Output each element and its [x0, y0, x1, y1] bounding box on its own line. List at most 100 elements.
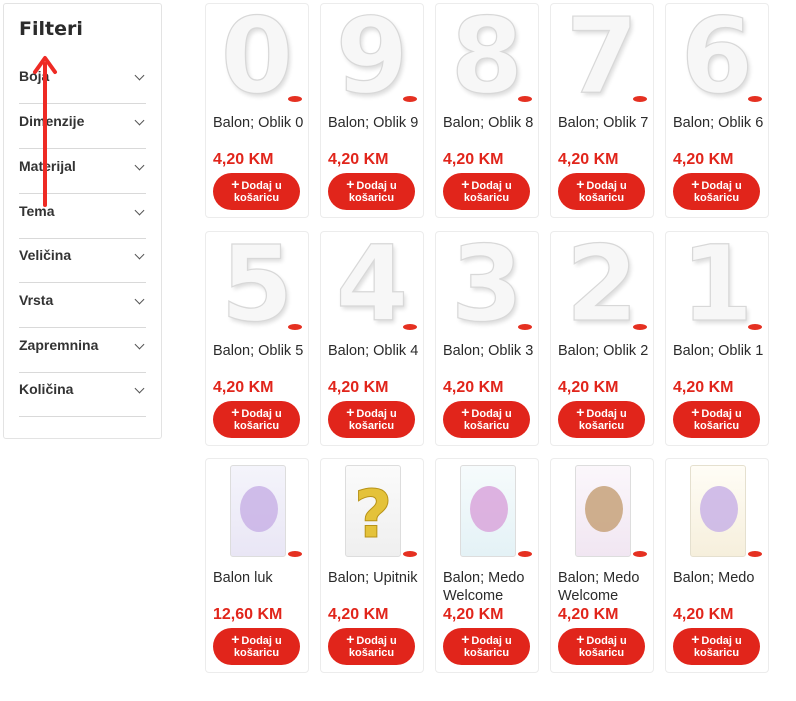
filter-boja[interactable]: Boja: [19, 60, 146, 104]
add-to-cart-label: Dodaj u: [471, 408, 512, 420]
add-to-cart-button[interactable]: + Dodaj u košaricu: [328, 401, 415, 438]
product-package-image: [230, 465, 286, 557]
product-name[interactable]: Balon; Medo: [673, 569, 767, 587]
product-image[interactable]: 5: [208, 234, 306, 334]
product-card[interactable]: 5 Balon; Oblik 5 4,20 KM + Dodaj u košaricu: [205, 231, 309, 446]
product-card[interactable]: 4 Balon; Oblik 4 4,20 KM + Dodaj u košaricu: [320, 231, 424, 446]
product-price: 4,20 KM: [558, 606, 619, 623]
product-card[interactable]: ? Balon; Upitnik 4,20 KM + Dodaj u košaricu: [320, 458, 424, 673]
product-image[interactable]: 8: [438, 6, 536, 106]
product-name[interactable]: Balon; Upitnik: [328, 569, 422, 587]
add-to-cart-label: košaricu: [233, 420, 280, 432]
add-to-cart-label: košaricu: [348, 420, 395, 432]
product-price: 4,20 KM: [328, 151, 389, 168]
brand-logo-icon: [632, 95, 648, 103]
plus-icon: +: [461, 404, 470, 420]
product-card[interactable]: 7 Balon; Oblik 7 4,20 KM + Dodaj u košaricu: [550, 3, 654, 218]
add-to-cart-button[interactable]: + Dodaj u košaricu: [673, 628, 760, 665]
product-image[interactable]: 0: [208, 6, 306, 106]
chevron-down-icon: [134, 160, 145, 171]
filter-velicina[interactable]: Veličina: [19, 239, 146, 283]
add-to-cart-button[interactable]: + Dodaj u košaricu: [558, 628, 645, 665]
add-to-cart-button[interactable]: + Dodaj u košaricu: [443, 401, 530, 438]
brand-logo-icon: [402, 323, 418, 331]
product-name[interactable]: Balon; Oblik 9: [328, 114, 422, 132]
add-to-cart-button[interactable]: + Dodaj u košaricu: [328, 173, 415, 210]
add-to-cart-button[interactable]: + Dodaj u košaricu: [673, 401, 760, 438]
product-image[interactable]: 9: [323, 6, 421, 106]
question-mark-balloon-image: ?: [353, 476, 393, 554]
product-name[interactable]: Balon; Oblik 4: [328, 342, 422, 360]
product-image[interactable]: 4: [323, 234, 421, 334]
product-name[interactable]: Balon; Oblik 3: [443, 342, 537, 360]
product-price: 4,20 KM: [443, 379, 504, 396]
filter-zapremnina[interactable]: Zapremnina: [19, 329, 146, 373]
add-to-cart-label: Dodaj u: [356, 635, 397, 647]
filter-tema[interactable]: Tema: [19, 195, 146, 239]
product-image[interactable]: 7: [553, 6, 651, 106]
product-name[interactable]: Balon; Oblik 0: [213, 114, 307, 132]
add-to-cart-label: košaricu: [693, 420, 740, 432]
product-card[interactable]: 6 Balon; Oblik 6 4,20 KM + Dodaj u košaricu: [665, 3, 769, 218]
balloon-digit-image: 1: [680, 234, 754, 334]
add-to-cart-button[interactable]: + Dodaj u košaricu: [673, 173, 760, 210]
add-to-cart-button[interactable]: + Dodaj u košaricu: [213, 173, 300, 210]
product-name[interactable]: Balon; Medo Welcome: [443, 569, 537, 605]
product-price: 4,20 KM: [213, 379, 274, 396]
chevron-down-icon: [134, 115, 145, 126]
product-price: 4,20 KM: [673, 151, 734, 168]
product-card[interactable]: 3 Balon; Oblik 3 4,20 KM + Dodaj u košaricu: [435, 231, 539, 446]
add-to-cart-label: Dodaj u: [701, 635, 742, 647]
add-to-cart-button[interactable]: + Dodaj u košaricu: [443, 628, 530, 665]
product-name[interactable]: Balon; Oblik 6: [673, 114, 767, 132]
product-price: 4,20 KM: [673, 606, 734, 623]
product-image[interactable]: ?: [323, 461, 421, 561]
product-card[interactable]: 2 Balon; Oblik 2 4,20 KM + Dodaj u košaricu: [550, 231, 654, 446]
add-to-cart-button[interactable]: + Dodaj u košaricu: [443, 173, 530, 210]
product-card[interactable]: 1 Balon; Oblik 1 4,20 KM + Dodaj u košaricu: [665, 231, 769, 446]
add-to-cart-button[interactable]: + Dodaj u košaricu: [558, 401, 645, 438]
product-image[interactable]: [668, 461, 766, 561]
product-card[interactable]: 8 Balon; Oblik 8 4,20 KM + Dodaj u košaricu: [435, 3, 539, 218]
product-name[interactable]: Balon luk: [213, 569, 307, 587]
brand-logo-icon: [287, 550, 303, 558]
filter-vrsta[interactable]: Vrsta: [19, 284, 146, 328]
brand-logo-icon: [747, 323, 763, 331]
filter-kolicina[interactable]: Količina: [19, 373, 146, 417]
plus-icon: +: [461, 176, 470, 192]
add-to-cart-label: košaricu: [578, 420, 625, 432]
product-image[interactable]: 6: [668, 6, 766, 106]
product-image[interactable]: 1: [668, 234, 766, 334]
product-card[interactable]: 0 Balon; Oblik 0 4,20 KM + Dodaj u košaricu: [205, 3, 309, 218]
add-to-cart-label: košaricu: [693, 647, 740, 659]
product-name[interactable]: Balon; Oblik 7: [558, 114, 652, 132]
product-card[interactable]: Balon; Medo Welcome 4,20 KM + Dodaj u košari…: [550, 458, 654, 673]
product-image[interactable]: 2: [553, 234, 651, 334]
product-image[interactable]: [438, 461, 536, 561]
filter-materijal[interactable]: Materijal: [19, 150, 146, 194]
product-price: 4,20 KM: [213, 151, 274, 168]
balloon-digit-image: 7: [565, 6, 639, 106]
product-card[interactable]: 9 Balon; Oblik 9 4,20 KM + Dodaj u košaricu: [320, 3, 424, 218]
product-name[interactable]: Balon; Oblik 2: [558, 342, 652, 360]
brand-logo-icon: [747, 550, 763, 558]
add-to-cart-button[interactable]: + Dodaj u košaricu: [558, 173, 645, 210]
brand-logo-icon: [632, 550, 648, 558]
product-card[interactable]: Balon; Medo 4,20 KM + Dodaj u košaricu: [665, 458, 769, 673]
product-image[interactable]: [553, 461, 651, 561]
filter-label: Tema: [19, 203, 55, 219]
add-to-cart-label: košaricu: [348, 647, 395, 659]
add-to-cart-button[interactable]: + Dodaj u košaricu: [328, 628, 415, 665]
product-image[interactable]: 3: [438, 234, 536, 334]
product-name[interactable]: Balon; Oblik 8: [443, 114, 537, 132]
add-to-cart-button[interactable]: + Dodaj u košaricu: [213, 401, 300, 438]
product-name[interactable]: Balon; Oblik 5: [213, 342, 307, 360]
add-to-cart-button[interactable]: + Dodaj u košaricu: [213, 628, 300, 665]
product-name[interactable]: Balon; Medo Welcome: [558, 569, 652, 605]
product-image[interactable]: [208, 461, 306, 561]
product-name[interactable]: Balon; Oblik 1: [673, 342, 767, 360]
filter-label: Zapremnina: [19, 337, 99, 353]
product-card[interactable]: Balon; Medo Welcome 4,20 KM + Dodaj u košari…: [435, 458, 539, 673]
product-card[interactable]: Balon luk 12,60 KM + Dodaj u košaricu: [205, 458, 309, 673]
filter-dimenzije[interactable]: Dimenzije: [19, 105, 146, 149]
